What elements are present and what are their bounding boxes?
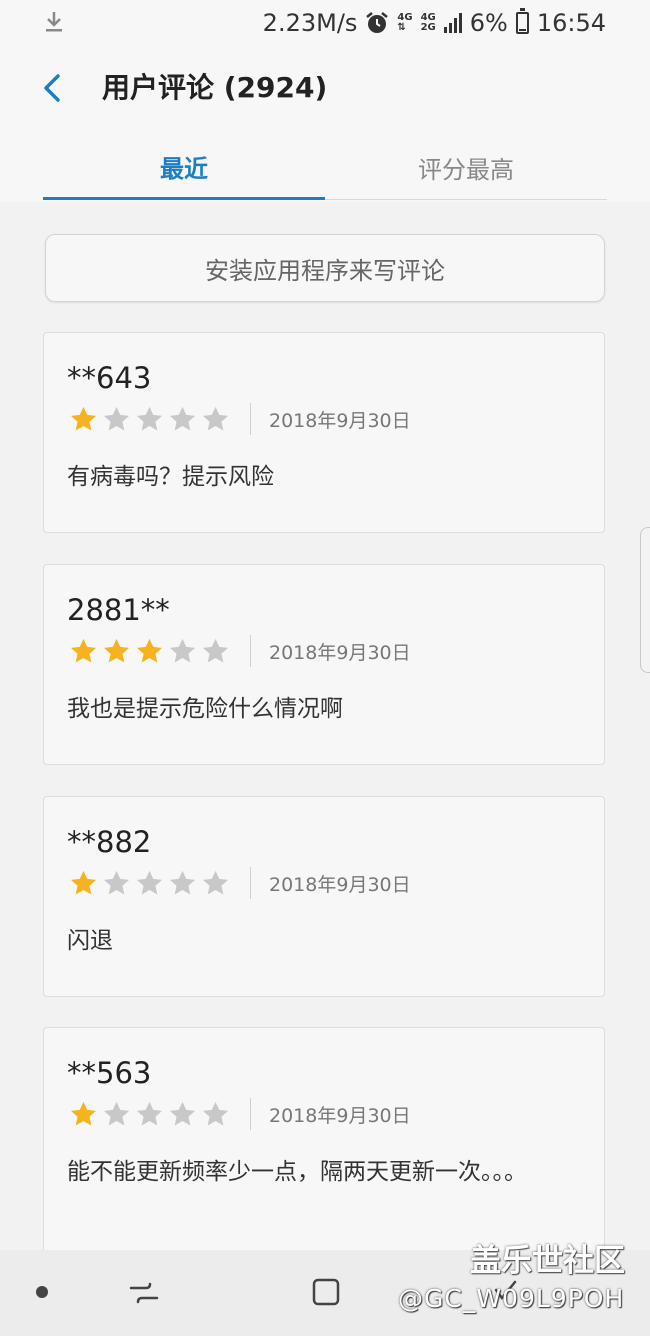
star-filled-icon (70, 406, 97, 430)
divider (250, 867, 251, 899)
star-empty-icon (103, 870, 130, 894)
star-rating (69, 637, 230, 666)
review-text: 闪退 (67, 928, 113, 954)
star-filled-icon (70, 870, 97, 894)
status-bar: 2.23M/s 4G ⇅ 4G 2G 6% 16:54 (0, 0, 650, 46)
review-author: 2881** (67, 593, 170, 627)
rating-row: 2018年9月30日 (69, 635, 411, 667)
back-arrow-icon[interactable] (36, 68, 72, 108)
edge-panel-handle[interactable] (640, 527, 650, 673)
rating-row: 2018年9月30日 (69, 403, 411, 435)
review-card: **563 2018年9月30日 能不能更新频率少一点，隔两天更新一次。。。 (43, 1027, 605, 1267)
review-date: 2018年9月30日 (269, 409, 411, 432)
star-empty-icon (103, 1101, 130, 1125)
star-filled-icon (136, 638, 163, 662)
review-author: **882 (67, 825, 152, 859)
star-empty-icon (202, 406, 229, 430)
watermark-user: @GC_W09L9POH (398, 1284, 625, 1313)
star-empty-icon (202, 870, 229, 894)
review-date: 2018年9月30日 (269, 641, 411, 664)
battery-icon (515, 8, 529, 34)
page-title: 用户评论 (2924) (102, 71, 328, 104)
download-icon (46, 12, 62, 32)
network-type-1: 4G ⇅ (397, 12, 413, 33)
rating-row: 2018年9月30日 (69, 1098, 411, 1130)
signal-icon (443, 13, 462, 33)
star-rating (69, 1100, 230, 1129)
divider (250, 635, 251, 667)
home-icon[interactable] (311, 1277, 341, 1307)
star-empty-icon (169, 638, 196, 662)
star-empty-icon (169, 1101, 196, 1125)
network-speed: 2.23M/s (262, 9, 358, 37)
review-text: 我也是提示危险什么情况啊 (67, 696, 343, 722)
star-empty-icon (103, 406, 130, 430)
star-empty-icon (169, 870, 196, 894)
app-header: 用户评论 (2924) 最近 评分最高 (0, 46, 650, 202)
review-text: 有病毒吗？提示风险 (67, 464, 274, 490)
star-filled-icon (70, 638, 97, 662)
review-date: 2018年9月30日 (269, 873, 411, 896)
tab-bar: 最近 评分最高 (43, 136, 607, 200)
nav-dot-icon[interactable] (36, 1286, 48, 1298)
review-date: 2018年9月30日 (269, 1104, 411, 1127)
rating-row: 2018年9月30日 (69, 867, 411, 899)
star-filled-icon (103, 638, 130, 662)
recent-apps-icon[interactable] (128, 1278, 160, 1308)
battery-percent: 6% (469, 9, 508, 37)
review-card: **882 2018年9月30日 闪退 (43, 796, 605, 997)
alarm-icon (366, 12, 389, 33)
review-author: **643 (67, 361, 152, 395)
review-card: **643 2018年9月30日 有病毒吗？提示风险 (43, 332, 605, 533)
star-empty-icon (136, 406, 163, 430)
star-empty-icon (202, 1101, 229, 1125)
star-empty-icon (169, 406, 196, 430)
star-rating (69, 405, 230, 434)
star-empty-icon (202, 638, 229, 662)
clock: 16:54 (536, 9, 606, 37)
watermark-title: 盖乐世社区 (470, 1243, 625, 1279)
tab-recent[interactable]: 最近 (43, 136, 325, 200)
star-empty-icon (136, 870, 163, 894)
tab-top-rated[interactable]: 评分最高 (325, 136, 607, 200)
write-review-button[interactable]: 安装应用程序来写评论 (45, 234, 605, 302)
star-rating (69, 869, 230, 898)
review-text: 能不能更新频率少一点，隔两天更新一次。。。 (67, 1159, 527, 1185)
star-empty-icon (136, 1101, 163, 1125)
divider (250, 1098, 251, 1130)
review-card: 2881** 2018年9月30日 我也是提示危险什么情况啊 (43, 564, 605, 765)
star-filled-icon (70, 1101, 97, 1125)
divider (250, 403, 251, 435)
network-type-2: 4G 2G (420, 12, 436, 33)
review-author: **563 (67, 1056, 152, 1090)
